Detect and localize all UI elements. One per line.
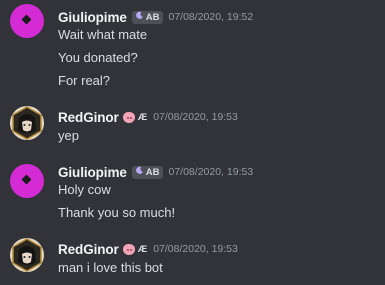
pig-icon xyxy=(122,111,135,123)
chat-messages: Giuliopime AB 07/08/2020, 19:52 Wait wha… xyxy=(0,0,385,285)
message-header: RedGinor Æ 07/08/2020, 19:53 xyxy=(58,108,238,126)
message-text: Wait what mate xyxy=(58,27,148,42)
badge-text: Æ xyxy=(137,111,148,123)
moon-icon xyxy=(135,11,144,23)
role-badge: AB xyxy=(131,165,163,179)
timestamp: 07/08/2020, 19:53 xyxy=(168,166,254,178)
role-badge: AB xyxy=(131,10,163,24)
username[interactable]: RedGinor xyxy=(58,242,119,257)
anime-avatar-icon xyxy=(12,106,42,140)
moon-icon xyxy=(135,166,144,178)
message-text: For real? xyxy=(58,73,111,88)
message-text: You donated? xyxy=(58,50,138,65)
pig-icon xyxy=(122,243,135,255)
message-text: Thank you so much! xyxy=(58,205,176,220)
avatar[interactable] xyxy=(10,238,44,272)
avatar[interactable] xyxy=(10,4,44,38)
badge-text: AB xyxy=(145,166,160,178)
message-text: yep xyxy=(58,128,79,143)
username[interactable]: Giuliopime xyxy=(58,165,127,180)
timestamp: 07/08/2020, 19:52 xyxy=(168,11,254,23)
username[interactable]: RedGinor xyxy=(58,110,119,125)
badge-text: Æ xyxy=(137,243,148,255)
timestamp: 07/08/2020, 19:53 xyxy=(153,111,238,123)
role-badge: Æ xyxy=(122,111,148,124)
avatar-diamond-icon xyxy=(21,174,32,185)
message-text: man i love this bot xyxy=(58,260,163,275)
avatar-diamond-icon xyxy=(21,14,32,25)
username[interactable]: Giuliopime xyxy=(58,10,127,25)
anime-avatar-icon xyxy=(12,238,42,272)
message-header: Giuliopime AB 07/08/2020, 19:53 xyxy=(58,163,253,181)
avatar[interactable] xyxy=(10,106,44,140)
avatar[interactable] xyxy=(10,164,44,198)
message-header: Giuliopime AB 07/08/2020, 19:52 xyxy=(58,8,253,26)
message-text: Holy cow xyxy=(58,182,111,197)
timestamp: 07/08/2020, 19:53 xyxy=(153,243,238,255)
badge-text: AB xyxy=(145,11,160,23)
message-header: RedGinor Æ 07/08/2020, 19:53 xyxy=(58,240,238,258)
role-badge: Æ xyxy=(122,243,148,256)
